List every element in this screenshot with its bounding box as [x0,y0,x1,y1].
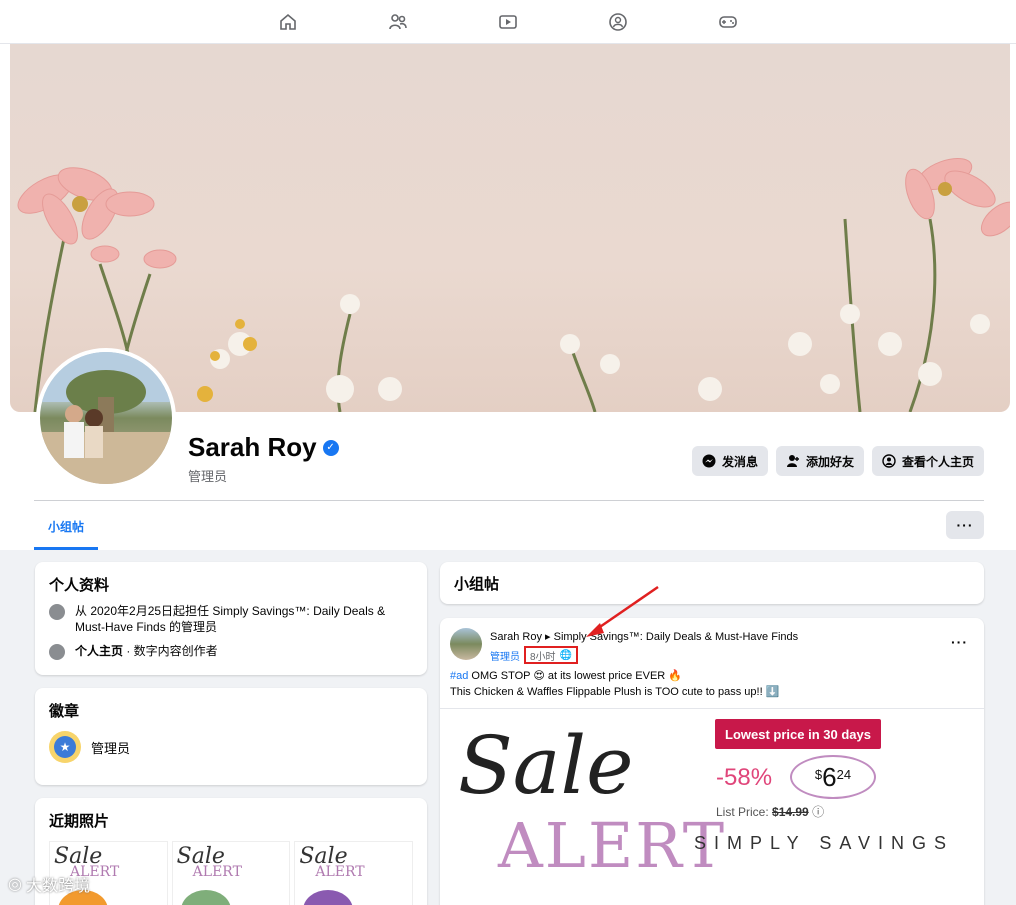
photo-alert-text: ALERT [192,864,242,880]
groups-icon[interactable] [603,7,633,37]
profile-actions: 发消息 添加好友 查看个人主页 [691,446,984,476]
photo-product [303,890,354,905]
view-profile-button[interactable]: 查看个人主页 [871,446,984,476]
watermark-text: 大数跨境 [25,878,90,895]
badges-title: 徽章 [49,703,80,720]
post-line-1: OMG STOP 😍 at its lowest price EVER 🔥 [468,670,683,682]
post-line-2: This Chicken & Waffles Flippable Plush i… [450,686,780,698]
post-time-highlight: 8小时 🌐 [524,646,579,664]
watermark-logo-icon: ◎ [8,876,22,893]
watermark: ◎ 大数跨境 [8,872,90,896]
ad-price-cents: 24 [836,766,852,782]
profile-avatar[interactable] [36,348,176,488]
tab-group-posts[interactable]: 小组帖 [34,506,98,550]
ad-brand: SIMPLY SAVINGS [694,833,955,853]
ad-list-price: List Price: $14.99 ⓘ [716,803,824,820]
group-posts-header: 小组帖 [440,562,984,604]
ad-alert-text: ALERT [498,809,727,882]
ad-list-label: List Price: [716,805,773,819]
profile-header: Sarah Roy ✓ 管理员 发消息 添加好友 查看个人主页 小组帖 ··· [0,44,1016,550]
ad-list-price-value: $14.99 [772,805,809,819]
message-button[interactable]: 发消息 [691,446,768,476]
cover-photo[interactable] [10,44,1010,412]
admin-badge-icon: ★ [49,731,81,763]
more-options-button[interactable]: ··· [946,511,984,539]
ad-discount: -58% [716,764,773,791]
friends-icon[interactable] [383,7,413,37]
profile-role: 管理员 [188,469,228,484]
photo-grid: Sale ALERT Sale ALERT Sale ALERT [49,841,414,905]
post-body: #ad OMG STOP 😍 at its lowest price EVER … [450,668,779,700]
photo-product [180,890,231,905]
intro-admin-row: 从 2020年2月25日起担任 Simply Savings™: Daily D… [49,603,413,635]
add-friend-icon [786,455,799,467]
top-navigation [0,0,1016,44]
group-post: Sarah Roy ▸ Simply Savings™: Daily Deals… [440,618,984,905]
ad-price: $6 24 [790,755,876,799]
globe-icon: 🌐 [559,649,573,661]
recent-photo[interactable]: Sale ALERT [171,841,291,905]
post-admin-label[interactable]: 管理员 [490,648,520,663]
messenger-icon [702,454,716,468]
post-author-avatar[interactable] [450,628,482,660]
view-profile-button-label: 查看个人主页 [901,454,974,469]
header-divider [34,500,984,501]
post-timestamp[interactable]: 8小时 [530,648,556,663]
info-icon [49,644,65,660]
gaming-icon[interactable] [713,7,743,37]
video-icon[interactable] [493,7,523,37]
profile-name: Sarah Roy ✓ [188,432,339,463]
badge-admin[interactable]: ★ 管理员 [49,731,413,763]
post-hashtag[interactable]: #ad [450,670,468,682]
ad-lowest-price-badge: Lowest price in 30 days [715,719,881,749]
group-icon [49,604,65,620]
intro-page-label: 个人主页 [75,644,124,658]
recent-photos-title: 近期照片 [49,813,110,830]
post-meta: 管理员 8小时 🌐 [490,646,798,664]
intro-page-category: · 数字内容创作者 [123,644,218,658]
recent-photos-card: 近期照片 Sale ALERT Sale ALERT Sale ALERT [35,798,427,905]
ad-sale-text: Sale [458,719,634,812]
intro-title: 个人资料 [49,577,110,594]
badge-admin-label: 管理员 [91,740,131,756]
add-friend-button[interactable]: 添加好友 [775,446,864,476]
intro-card: 个人资料 从 2020年2月25日起担任 Simply Savings™: Da… [35,562,427,675]
photo-alert-text: ALERT [315,864,365,880]
profile-name-text: Sarah Roy [188,432,317,462]
post-options-button[interactable]: ··· [951,634,968,650]
annotation-arrow-icon [586,585,659,637]
intro-page-row: 个人主页 · 数字内容创作者 [49,643,413,660]
ad-price-main: 6 [822,761,837,792]
intro-admin-text[interactable]: 从 2020年2月25日起担任 Simply Savings™: Daily D… [75,603,413,635]
home-icon[interactable] [273,7,303,37]
ad-currency: $ [814,766,823,782]
badges-card: 徽章 ★ 管理员 [35,688,427,785]
post-image[interactable]: Sale ALERT Lowest price in 30 days -58% … [440,708,984,905]
info-icon: ⓘ [812,805,825,819]
verified-badge-icon: ✓ [322,439,339,456]
add-friend-button-label: 添加好友 [805,454,854,469]
group-posts-title: 小组帖 [454,576,500,593]
message-button-label: 发消息 [721,454,758,469]
profile-icon [882,454,896,468]
recent-photo[interactable]: Sale ALERT [294,841,414,905]
